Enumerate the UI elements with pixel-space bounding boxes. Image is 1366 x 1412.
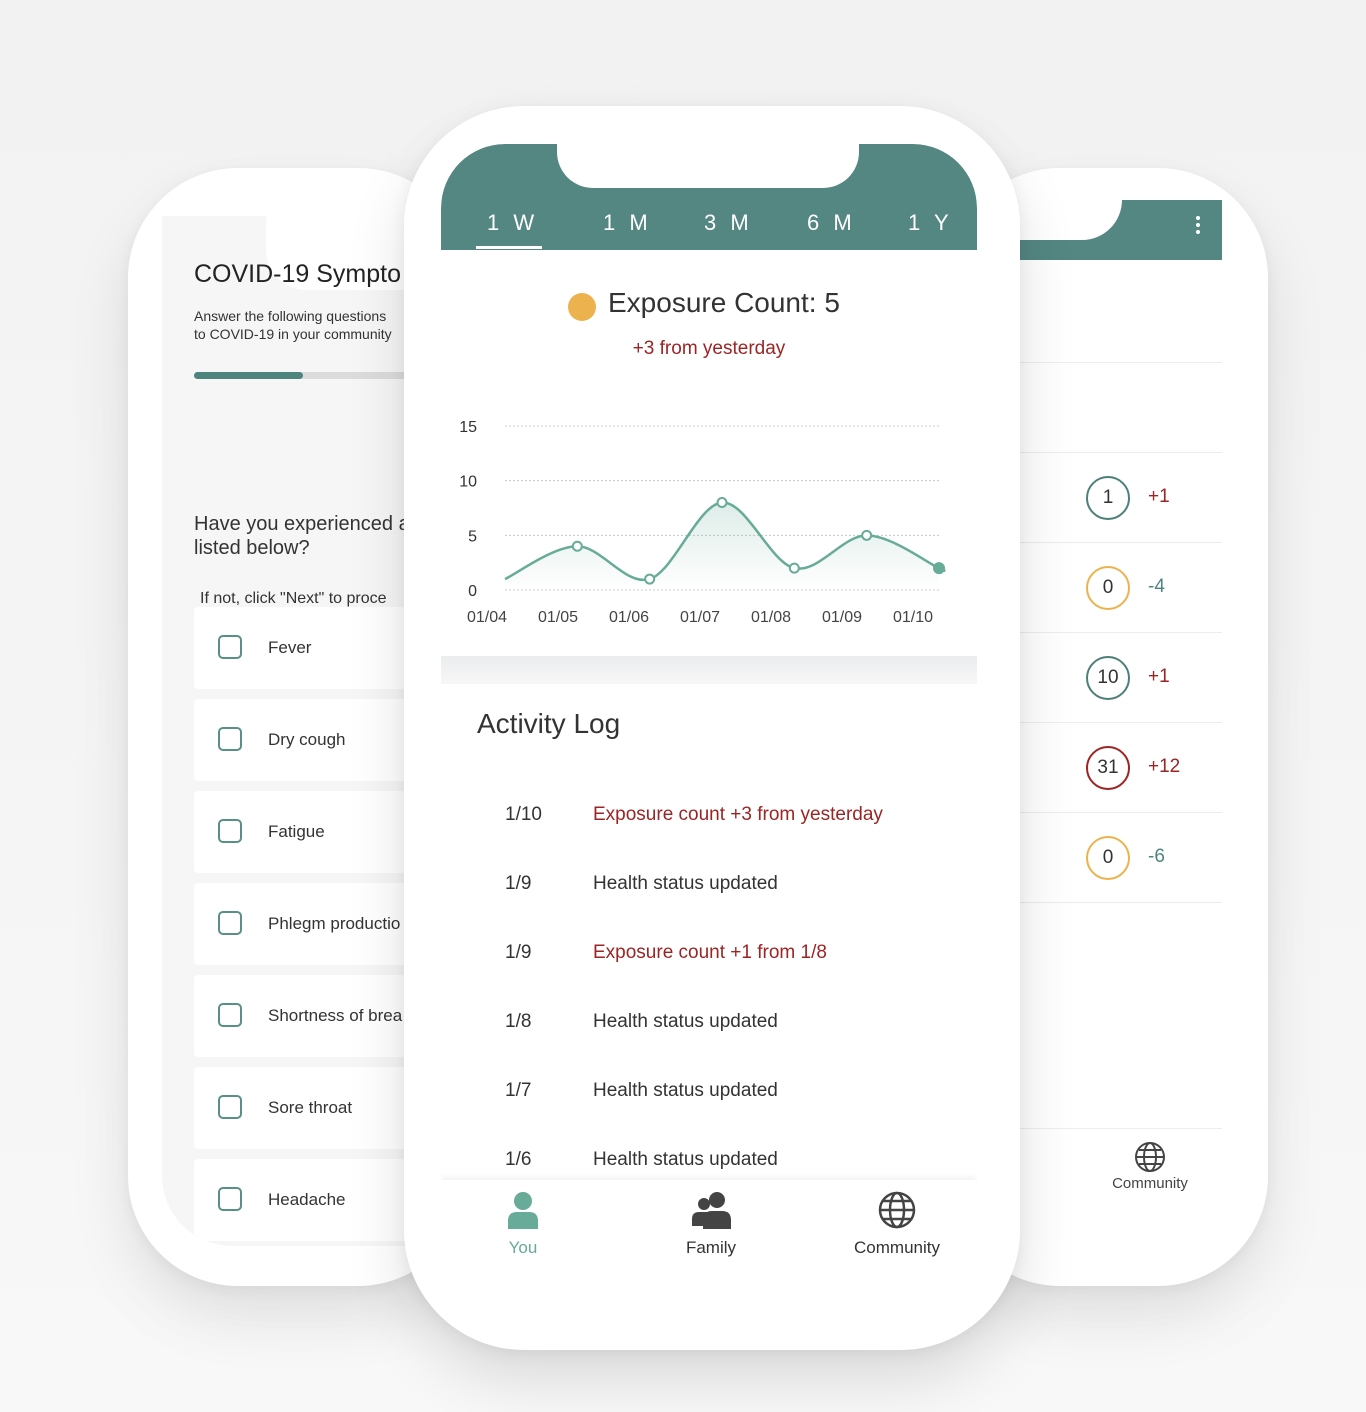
log-date: 1/9 [505,942,532,963]
nav-label: You [508,1238,538,1257]
tab-3m[interactable]: 3 M [704,210,753,236]
phone-notch [557,144,859,188]
symptom-label: Fatigue [268,822,325,841]
exposure-delta: +1 [1148,666,1170,687]
log-date: 1/9 [505,873,532,894]
exposure-status-dot [568,293,596,321]
description-line: to COVID-19 in your community [194,326,392,342]
tab-1y[interactable]: 1 Y [908,210,953,236]
exposure-delta: -4 [1148,576,1165,597]
exposure-ring: 1 [1086,476,1130,520]
checkbox[interactable] [218,1003,242,1027]
family-icon [692,1192,731,1229]
tab-6m[interactable]: 6 M [807,210,856,236]
x-tick-label: 01/05 [538,609,578,626]
x-tick-label: 01/04 [467,609,507,626]
log-message: Health status updated [593,1149,778,1170]
symptom-label: Headache [268,1190,346,1209]
checkbox[interactable] [218,635,242,659]
data-point [933,562,945,575]
activity-log-row: 1/9 Health status updated [441,865,977,905]
checkbox[interactable] [218,1095,242,1119]
exposure-line-chart: 0 5 10 15 01/04 01/05 01/06 01/07 01/08 01/09 01/1… [459,419,946,626]
x-tick-label: 01/08 [751,609,791,626]
checkbox[interactable] [218,819,242,843]
y-tick-label: 5 [468,528,477,545]
checkbox[interactable] [218,727,242,751]
section-divider [441,656,977,684]
nav-label: Family [685,1238,737,1257]
exposure-ring: 0 [1086,836,1130,880]
more-options-icon[interactable] [1192,214,1204,244]
log-date: 1/10 [505,804,542,825]
symptom-hint: If not, click "Next" to proce [200,590,387,607]
tab-1w[interactable]: 1 W [487,210,538,236]
log-message: Health status updated [593,1011,778,1032]
bottom-nav: You Family Community [441,1180,977,1310]
exposure-ring: 0 [1086,566,1130,610]
x-tick-label: 01/09 [822,609,862,626]
activity-log-row: 1/10 Exposure count +3 from yesterday [441,796,977,836]
symptom-label: Sore throat [268,1098,353,1117]
exposure-delta: -6 [1148,846,1165,867]
y-tick-label: 10 [459,474,477,491]
checkbox[interactable] [218,1187,242,1211]
question-line: listed below? [194,537,310,559]
nav-you[interactable]: You [453,1188,593,1268]
log-message: Health status updated [593,1080,778,1101]
activity-log-row: 1/6 Health status updated [441,1141,977,1181]
tab-1m[interactable]: 1 M [603,210,652,236]
exposure-phone: 1 W 1 M 3 M 6 M 1 Y Exposure Count: 5 +3… [404,106,1020,1350]
globe-icon[interactable] [1134,1141,1166,1173]
globe-icon [878,1191,916,1229]
activity-log-row: 1/7 Health status updated [441,1072,977,1112]
user-icon [508,1192,538,1229]
question-line: Have you experienced a [194,513,410,535]
log-date: 1/7 [505,1080,532,1101]
activity-log-row: 1/9 Exposure count +1 from 1/8 [441,934,977,974]
nav-community[interactable]: Community [827,1188,967,1268]
exposure-ring: 31 [1086,746,1130,790]
x-tick-label: 01/06 [609,609,649,626]
data-point [571,540,583,552]
data-point [788,562,800,574]
log-message: Exposure count +3 from yesterday [593,804,883,825]
log-date: 1/8 [505,1011,532,1032]
data-point [644,573,656,585]
log-message: Exposure count +1 from 1/8 [593,942,827,963]
exposure-delta: +3 from yesterday [632,338,786,359]
nav-label-community[interactable]: Community [1100,1175,1200,1192]
exposure-screen: 1 W 1 M 3 M 6 M 1 Y Exposure Count: 5 +3… [441,144,977,1310]
exposure-delta: +12 [1148,756,1181,777]
x-tick-label: 01/10 [893,609,933,626]
time-range-header: 1 W 1 M 3 M 6 M 1 Y [441,144,977,250]
symptom-question: Have you experienced a listed below? [194,512,410,560]
description-line: Answer the following questions [194,308,387,324]
nav-label: Community [854,1238,940,1257]
symptom-label: Shortness of brea [268,1006,403,1025]
symptom-label: Phlegm productio [268,914,401,933]
symptom-description: Answer the following questions to COVID-… [194,307,392,343]
exposure-count: Exposure Count: 5 [608,287,840,318]
log-message: Health status updated [593,873,778,894]
checkbox[interactable] [218,911,242,935]
symptom-label: Fever [268,638,312,657]
survey-progress-fill [194,372,304,379]
y-tick-label: 15 [459,419,477,436]
data-point [861,529,873,541]
data-point [716,497,728,509]
y-tick-label: 0 [468,583,477,600]
log-date: 1/6 [505,1149,532,1170]
nav-family[interactable]: Family [641,1188,781,1268]
x-tick-label: 01/07 [680,609,720,626]
symptom-label: Dry cough [268,730,346,749]
exposure-delta: +1 [1148,486,1170,507]
activity-log-title: Activity Log [477,708,621,739]
active-tab-indicator [476,246,542,249]
symptom-title: COVID-19 Sympto [194,260,402,288]
exposure-ring: 10 [1086,656,1130,700]
activity-log-row: 1/8 Health status updated [441,1003,977,1043]
